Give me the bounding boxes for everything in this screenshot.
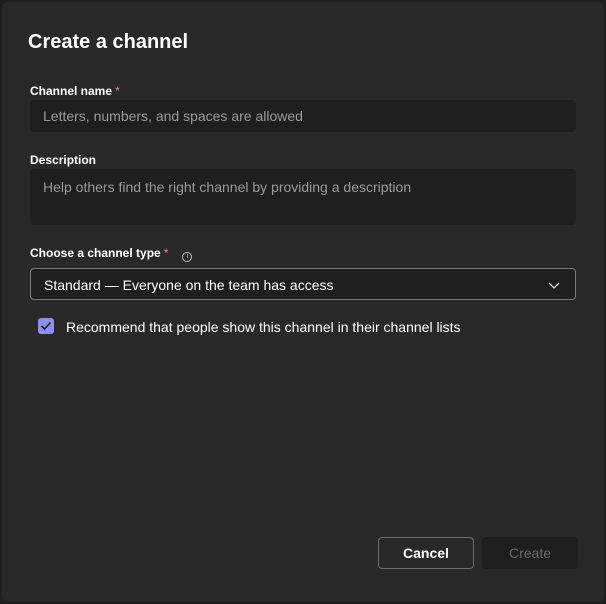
channel-name-input[interactable] (30, 100, 576, 132)
create-channel-dialog: Create a channel Channel name* Descripti… (2, 2, 604, 602)
channel-type-label: Choose a channel type * i (30, 246, 193, 262)
description-input[interactable] (30, 169, 576, 225)
description-label: Description (30, 153, 97, 167)
channel-type-selected: Standard — Everyone on the team has acce… (44, 277, 334, 293)
channel-type-label-text: Choose a channel type (30, 246, 161, 260)
channel-name-label-text: Channel name (30, 84, 113, 98)
required-mark: * (115, 84, 120, 98)
checkmark-icon (40, 321, 52, 331)
required-mark: * (163, 246, 169, 260)
channel-type-dropdown[interactable]: Standard — Everyone on the team has acce… (30, 268, 576, 300)
cancel-button[interactable]: Cancel (378, 537, 474, 569)
recommend-checkbox[interactable] (38, 318, 54, 334)
info-icon[interactable]: i (182, 252, 193, 262)
dialog-title: Create a channel (28, 31, 189, 53)
channel-name-label: Channel name * (30, 84, 120, 98)
recommend-checkbox-label[interactable]: Recommend that people show this channel … (66, 319, 461, 335)
chevron-down-icon (548, 282, 560, 289)
create-button[interactable]: Create (482, 537, 578, 569)
